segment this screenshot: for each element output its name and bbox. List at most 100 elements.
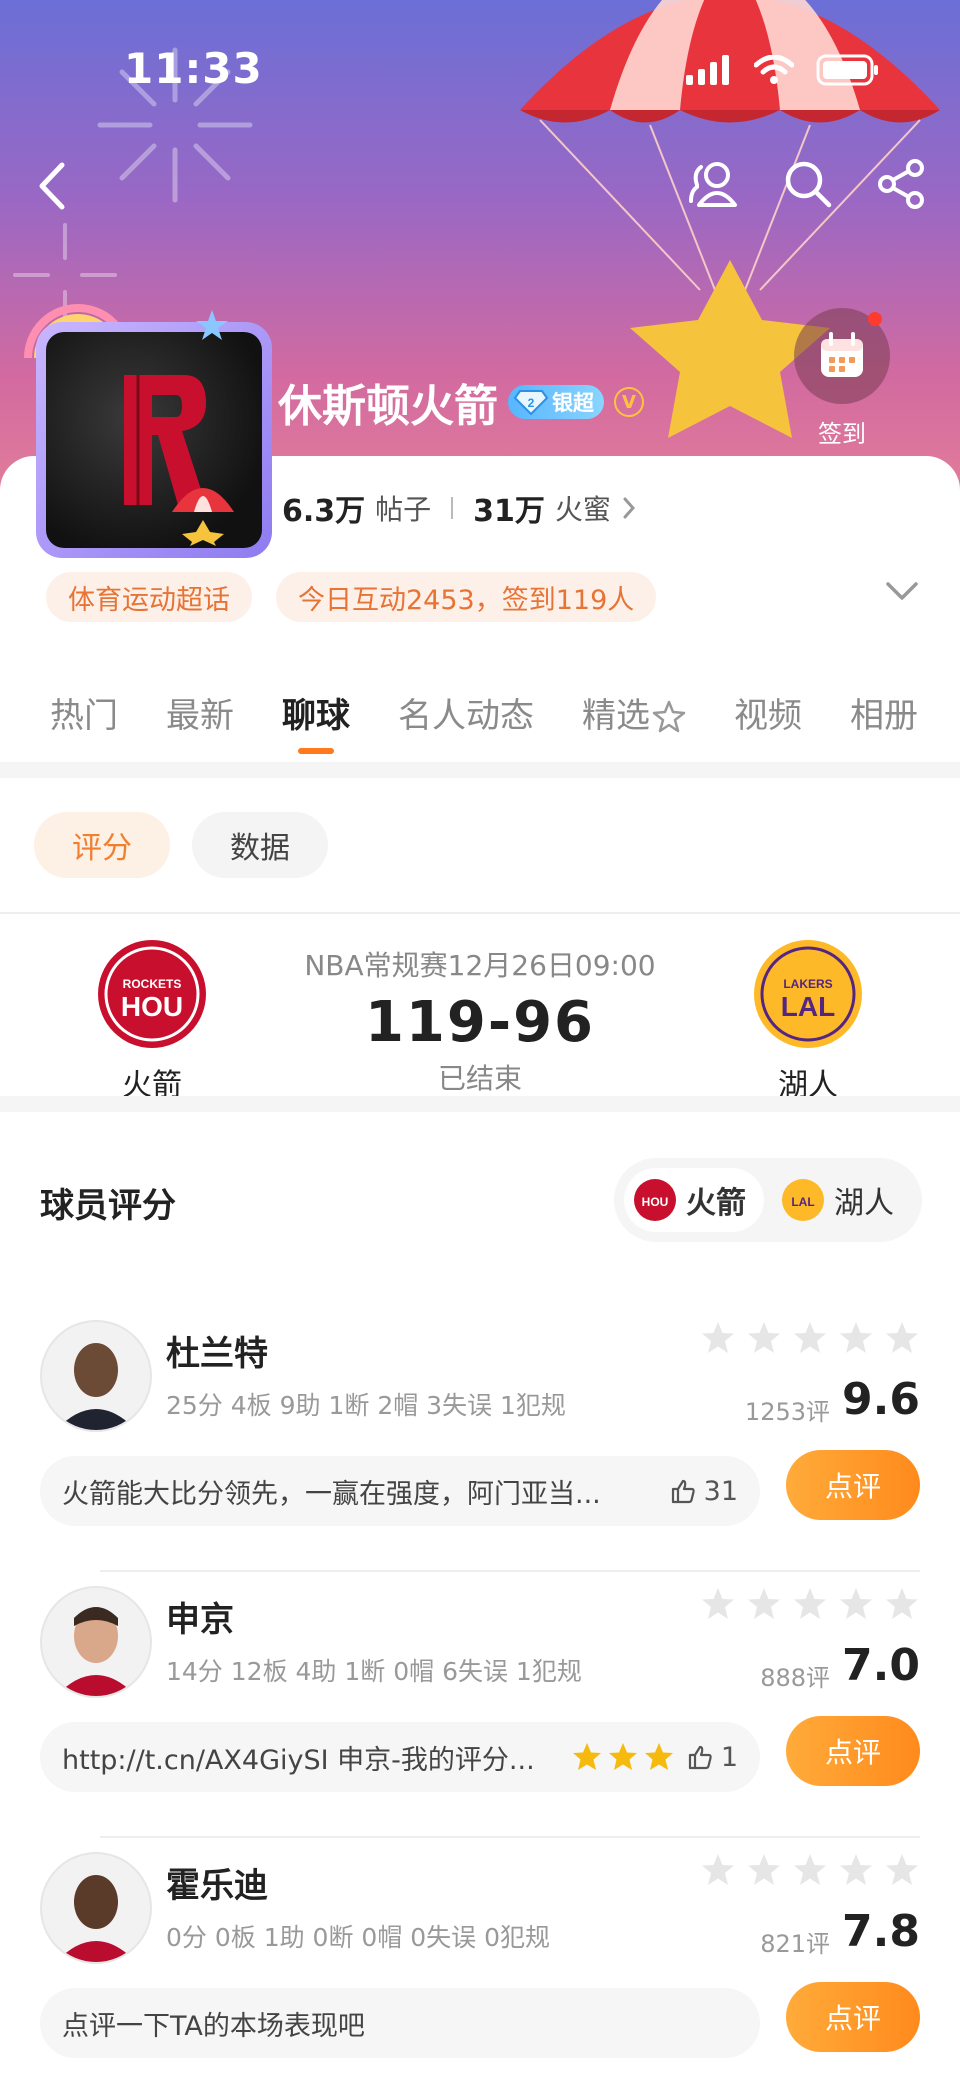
members-button[interactable] xyxy=(686,154,742,214)
game-center: NBA常规赛12月26日09:00 119-96 已结束 xyxy=(280,944,680,1097)
comment-prompt[interactable]: 点评一下TA的本场表现吧 xyxy=(40,1988,760,2058)
rate-button[interactable]: 点评 xyxy=(786,1716,920,1786)
comment-text: http://t.cn/AX4GiySI 申京-我的评分... xyxy=(62,1744,535,1776)
checkin-button[interactable]: 签到 xyxy=(794,308,890,449)
star-empty-icon xyxy=(886,1588,918,1619)
game-status: 已结束 xyxy=(437,1062,522,1095)
tab-video[interactable]: 视频 xyxy=(734,676,802,776)
rate-button[interactable]: 点评 xyxy=(786,1450,920,1520)
chevron-down-icon[interactable] xyxy=(884,576,920,606)
nav-bar xyxy=(0,150,960,220)
switch-rockets[interactable]: HOU 火箭 xyxy=(624,1168,764,1232)
star-empty-icon xyxy=(840,1322,872,1353)
top-comment[interactable]: http://t.cn/AX4GiySI 申京-我的评分... 1 xyxy=(40,1722,760,1792)
star-filled-icon xyxy=(608,1743,637,1770)
tab-chat[interactable]: 聊球 xyxy=(282,676,350,776)
thumbs-up-icon xyxy=(671,1479,695,1504)
rating-stars[interactable] xyxy=(700,1852,920,1888)
star-empty-icon xyxy=(702,1322,734,1353)
stats-separator xyxy=(451,497,454,519)
calendar-icon xyxy=(821,332,863,377)
wifi-icon xyxy=(754,55,794,84)
star-empty-icon xyxy=(748,1854,780,1885)
signal-icon xyxy=(686,55,729,85)
nav-actions xyxy=(686,154,930,214)
player-photo xyxy=(56,1343,136,1430)
lal-mini-icon: LAL xyxy=(791,1195,814,1209)
tab-celebrity[interactable]: 名人动态 xyxy=(398,676,534,776)
home-team[interactable]: ROCKETS HOU 火箭 xyxy=(82,940,222,1104)
hou-logo-icon: ROCKETS HOU xyxy=(104,946,200,1042)
status-bar: 11:33 xyxy=(0,0,960,140)
group-icon xyxy=(689,162,737,207)
tab-latest[interactable]: 最新 xyxy=(166,676,234,776)
tab-album[interactable]: 相册 xyxy=(850,676,918,776)
rate-button[interactable]: 点评 xyxy=(786,1982,920,2052)
rating-count: 1253评 xyxy=(744,1398,830,1426)
svg-text:LAL: LAL xyxy=(781,991,835,1022)
star-empty-icon xyxy=(748,1588,780,1619)
thumbs-up-icon xyxy=(688,1745,712,1770)
player-stats: 0分 0板 1助 0断 0帽 0失误 0犯规 xyxy=(166,1923,551,1952)
posts-label: 帖子 xyxy=(375,493,432,526)
like-button[interactable]: 1 xyxy=(687,1742,738,1773)
rating-score: 7.0 xyxy=(842,1640,920,1691)
rating-stars[interactable] xyxy=(700,1320,920,1356)
chevron-left-icon xyxy=(39,162,65,210)
top-comment[interactable]: 火箭能大比分领先，一赢在强度，阿门亚当... 31 xyxy=(40,1456,760,1526)
rating-score: 7.8 xyxy=(842,1906,920,1957)
search-button[interactable] xyxy=(780,154,836,214)
star-empty-icon xyxy=(794,1588,826,1619)
silver-badge-label: 银超 xyxy=(552,391,594,415)
search-icon xyxy=(785,161,832,208)
team-switch: HOU 火箭 LAL 湖人 xyxy=(614,1158,922,1242)
ratings-title: 球员评分 xyxy=(40,1186,176,1226)
player-name: 申京 xyxy=(166,1600,234,1640)
game-summary[interactable]: ROCKETS HOU 火箭 NBA常规赛12月26日09:00 119-96 … xyxy=(0,912,960,1103)
star-empty-icon xyxy=(794,1854,826,1885)
community-stats[interactable]: 6.3万 帖子 31万 火蜜 xyxy=(282,486,637,530)
tab-featured[interactable]: 精选 xyxy=(582,676,686,776)
game-league-time: NBA常规赛12月26日09:00 xyxy=(304,949,656,982)
club-avatar[interactable] xyxy=(18,300,288,560)
switch-lakers[interactable]: LAL 湖人 xyxy=(772,1168,912,1232)
player-name: 霍乐迪 xyxy=(166,1866,268,1906)
rating-score: 9.6 xyxy=(842,1374,920,1425)
player-row[interactable]: 霍乐迪 0分 0板 1助 0断 0帽 0失误 0犯规 821评 7.8 点评一下… xyxy=(0,1852,960,2081)
player-avatar[interactable] xyxy=(40,1586,152,1698)
star-empty-icon xyxy=(840,1588,872,1619)
rockets-mini-logo: HOU xyxy=(634,1179,676,1221)
svg-text:LAKERS: LAKERS xyxy=(783,977,832,991)
activity-tag[interactable]: 今日互动2453，签到119人 xyxy=(276,572,657,622)
player-stats: 14分 12板 4助 1断 0帽 6失误 1犯规 xyxy=(166,1657,582,1686)
category-tag[interactable]: 体育运动超话 xyxy=(46,572,252,622)
rating-stars[interactable] xyxy=(700,1586,920,1622)
notification-dot xyxy=(868,312,882,326)
back-button[interactable] xyxy=(26,158,76,214)
comment-text: 火箭能大比分领先，一赢在强度，阿门亚当... xyxy=(62,1478,601,1510)
checkin-label: 签到 xyxy=(818,420,866,448)
player-name: 杜兰特 xyxy=(166,1334,268,1374)
like-count: 1 xyxy=(720,1741,738,1773)
star-empty-icon xyxy=(702,1588,734,1619)
switch-lakers-label: 湖人 xyxy=(834,1186,894,1221)
lakers-team-logo: LAKERS LAL xyxy=(754,940,862,1048)
star-empty-icon xyxy=(794,1322,826,1353)
club-title: 休斯顿火箭 2 银超 V xyxy=(278,370,644,434)
lakers-mini-logo: LAL xyxy=(782,1179,824,1221)
subtab-data[interactable]: 数据 xyxy=(192,812,328,878)
player-row[interactable]: 杜兰特 25分 4板 9助 1断 2帽 3失误 1犯规 1253评 9.6 火箭… xyxy=(0,1320,960,1586)
player-avatar[interactable] xyxy=(40,1852,152,1964)
away-team[interactable]: LAKERS LAL 湖人 xyxy=(738,940,878,1104)
like-button[interactable]: 31 xyxy=(670,1476,738,1507)
star-empty-icon xyxy=(748,1322,780,1353)
posts-count: 6.3万 xyxy=(282,494,366,529)
player-avatar[interactable] xyxy=(40,1320,152,1432)
player-row[interactable]: 申京 14分 12板 4助 1断 0帽 6失误 1犯规 888评 7.0 htt… xyxy=(0,1586,960,1852)
silver-level-badge[interactable]: 2 银超 xyxy=(508,385,604,419)
share-button[interactable] xyxy=(874,154,930,214)
game-score: 119-96 xyxy=(364,990,596,1055)
tab-hot[interactable]: 热门 xyxy=(50,676,118,776)
switch-rockets-label: 火箭 xyxy=(686,1186,746,1221)
subtab-rating[interactable]: 评分 xyxy=(34,812,170,878)
